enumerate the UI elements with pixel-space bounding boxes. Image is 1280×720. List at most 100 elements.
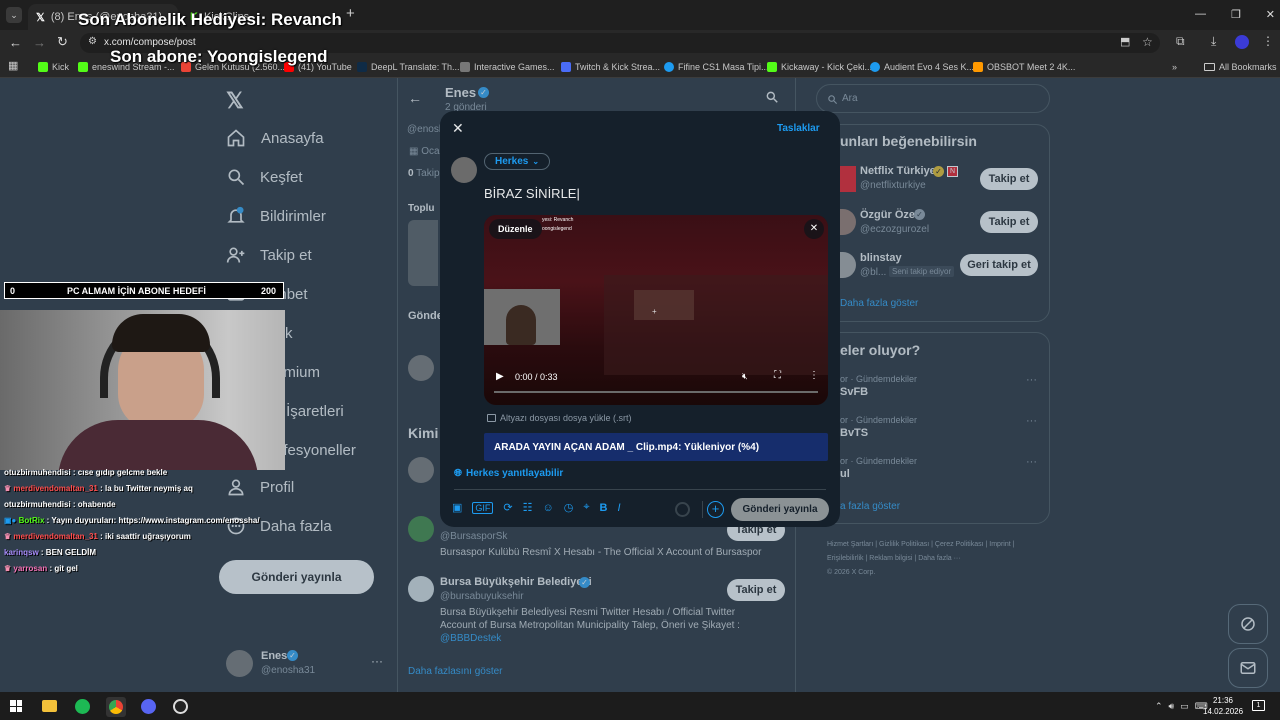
chat-message: karinqsw : BEN GELDİM <box>4 548 97 557</box>
chrome-icon[interactable] <box>106 697 126 717</box>
bookmark-item[interactable]: Fifine CS1 Masa Tipi... <box>664 59 769 75</box>
bookmark-favicon-icon <box>38 62 48 72</box>
bookmark-item[interactable]: DeepL Translate: Th... <box>357 59 460 75</box>
kick-favicon-icon <box>767 62 777 72</box>
composer-avatar <box>451 157 477 183</box>
sub-gift-overlay: Son Abonelik Hediyesi: Revanch <box>78 10 342 29</box>
subtitle-upload[interactable]: Altyazı dosyası dosya yükle (.srt) <box>487 413 632 423</box>
taskbar-clock[interactable]: 21:36 14.02.2026 <box>1203 695 1243 717</box>
extensions-icon[interactable]: ⧉ <box>1176 34 1185 49</box>
upload-status-bar: ARADA YAYIN AÇAN ADAM _ Clip.mp4: Yüklen… <box>484 433 828 461</box>
window-controls: — ❐ ✕ <box>1195 8 1275 21</box>
chat-message: otuzbirmuhendisi : ohabende <box>4 500 116 509</box>
gif-icon[interactable]: GIF <box>472 501 494 514</box>
bold-icon[interactable]: B <box>600 502 608 514</box>
bookmark-favicon-icon <box>973 62 983 72</box>
start-icon[interactable] <box>10 700 22 712</box>
webcam-shirt <box>58 420 258 470</box>
bookmark-favicon-icon <box>561 62 571 72</box>
video-progress-track[interactable] <box>494 391 818 393</box>
bookmarks-overflow-icon[interactable]: » <box>1172 59 1177 75</box>
close-window-icon[interactable]: ✕ <box>1266 8 1275 21</box>
bot-badge-icon: ▣● <box>4 516 17 525</box>
text-cursor: | <box>576 186 580 201</box>
drafts-link[interactable]: Taslaklar <box>777 123 820 134</box>
bookmark-item[interactable]: Interactive Games... <box>460 59 555 75</box>
apps-icon[interactable]: ▦ <box>8 59 18 72</box>
video-attachment[interactable]: + yesi: Revanch oongislegend Düzenle ✕ ▶… <box>484 215 828 405</box>
restore-icon[interactable]: ❐ <box>1231 8 1241 21</box>
browser-menu-icon[interactable]: ⋮ <box>1262 34 1274 48</box>
webcam-hair <box>112 314 210 352</box>
last-sub-overlay: Son abone: Yoongislegend <box>110 47 328 66</box>
location-icon[interactable]: ⌖ <box>583 501 589 514</box>
webcam-feed <box>0 310 285 470</box>
toolbar-separator <box>702 501 703 518</box>
media-icon[interactable]: ▣ <box>452 501 462 514</box>
chat-message: ♛ merdivendomaltan_31 : iki saattir uğra… <box>4 532 191 541</box>
video-overlay-text: yesi: Revanch <box>542 217 574 223</box>
sub-goal-bar: 0 PC ALMAM İÇİN ABONE HEDEFİ 200 <box>4 282 284 299</box>
divider <box>454 489 826 490</box>
fullscreen-icon[interactable]: ⛶ <box>774 370 781 381</box>
site-info-icon[interactable]: ⚙ <box>88 36 97 47</box>
video-more-icon[interactable]: ⋮ <box>809 370 819 381</box>
tray-icons[interactable]: ⌃ 🔊︎ ▭ ⌨ <box>1155 701 1208 712</box>
close-icon[interactable]: ✕ <box>452 120 464 137</box>
reply-settings[interactable]: 🌐︎ Herkes yanıtlayabilir <box>454 468 563 479</box>
volume-icon[interactable]: 🔊︎ <box>1169 701 1175 712</box>
globe-icon: 🌐︎ <box>454 468 462 479</box>
bookmark-item[interactable]: Kickaway - Kick Çeki... <box>767 59 872 75</box>
reload-icon[interactable]: ↻ <box>57 34 68 50</box>
bookmark-item[interactable]: OBSBOT Meet 2 4K... <box>973 59 1075 75</box>
video-scene-block <box>634 290 694 320</box>
all-bookmarks[interactable]: All Bookmarks <box>1204 59 1277 75</box>
verified-favicon-icon <box>870 62 880 72</box>
discord-icon[interactable] <box>141 699 156 714</box>
file-explorer-icon[interactable] <box>42 700 57 712</box>
video-webcam-person <box>506 305 536 345</box>
bookmark-item[interactable]: Twitch & Kick Strea... <box>561 59 660 75</box>
play-icon[interactable]: ▶ <box>496 371 504 382</box>
chat-message: ♛ merdivendomaltan_31 : la bu Twitter ne… <box>4 484 193 493</box>
char-count-ring-icon <box>675 502 690 517</box>
back-icon[interactable]: ← <box>9 35 22 50</box>
poll-icon[interactable]: ☷ <box>523 501 533 514</box>
video-time: 0:00 / 0:33 <box>515 372 558 382</box>
obs-icon[interactable] <box>173 699 188 714</box>
profile-avatar[interactable] <box>1235 35 1249 49</box>
schedule-icon[interactable]: ◷ <box>564 501 574 514</box>
deepl-icon <box>357 62 367 72</box>
bookmark-favicon-icon <box>460 62 470 72</box>
chevron-down-icon: ⌄ <box>532 157 540 166</box>
install-app-icon[interactable]: ⬒ <box>1120 35 1130 48</box>
emoji-icon[interactable]: ☺ <box>543 502 554 514</box>
new-tab-button[interactable]: + <box>346 5 355 22</box>
network-icon[interactable]: ▭ <box>1180 701 1189 712</box>
bookmark-favicon-icon <box>78 62 88 72</box>
remove-media-button[interactable]: ✕ <box>804 219 824 239</box>
tab-search-button[interactable]: ⌄ <box>6 7 22 23</box>
bookmark-star-icon[interactable]: ☆ <box>1142 35 1153 49</box>
grok-icon[interactable]: ⟳ <box>503 501 512 514</box>
spotify-icon[interactable] <box>75 699 90 714</box>
audience-selector[interactable]: Herkes ⌄ <box>484 153 551 170</box>
notification-icon[interactable]: 1 <box>1252 700 1265 711</box>
video-overlay-text: oongislegend <box>542 226 572 232</box>
add-post-icon[interactable]: + <box>707 501 724 518</box>
badge-icon: ♛ <box>4 564 12 573</box>
edit-video-button[interactable]: Düzenle <box>489 219 542 239</box>
mute-icon[interactable]: 🔇︎ <box>742 371 748 382</box>
forward-icon[interactable]: → <box>33 35 46 50</box>
badge-icon: ♛ <box>4 484 12 493</box>
post-text-input[interactable]: BİRAZ SİNİRLE| <box>484 186 824 208</box>
italic-icon[interactable]: I <box>618 502 621 514</box>
downloads-icon[interactable]: ⤓ <box>1211 34 1216 49</box>
chat-message: ▣● BotRix : Yayın duyuruları: https://ww… <box>4 516 260 525</box>
post-submit-button[interactable]: Gönderi yayınla <box>731 498 829 521</box>
chevron-up-icon[interactable]: ⌃ <box>1155 701 1163 712</box>
minimize-icon[interactable]: — <box>1195 8 1206 21</box>
bookmark-item[interactable]: Kick <box>38 59 69 75</box>
bookmark-item[interactable]: Audient Evo 4 Ses K... <box>870 59 974 75</box>
badge-icon: ♛ <box>4 532 12 541</box>
